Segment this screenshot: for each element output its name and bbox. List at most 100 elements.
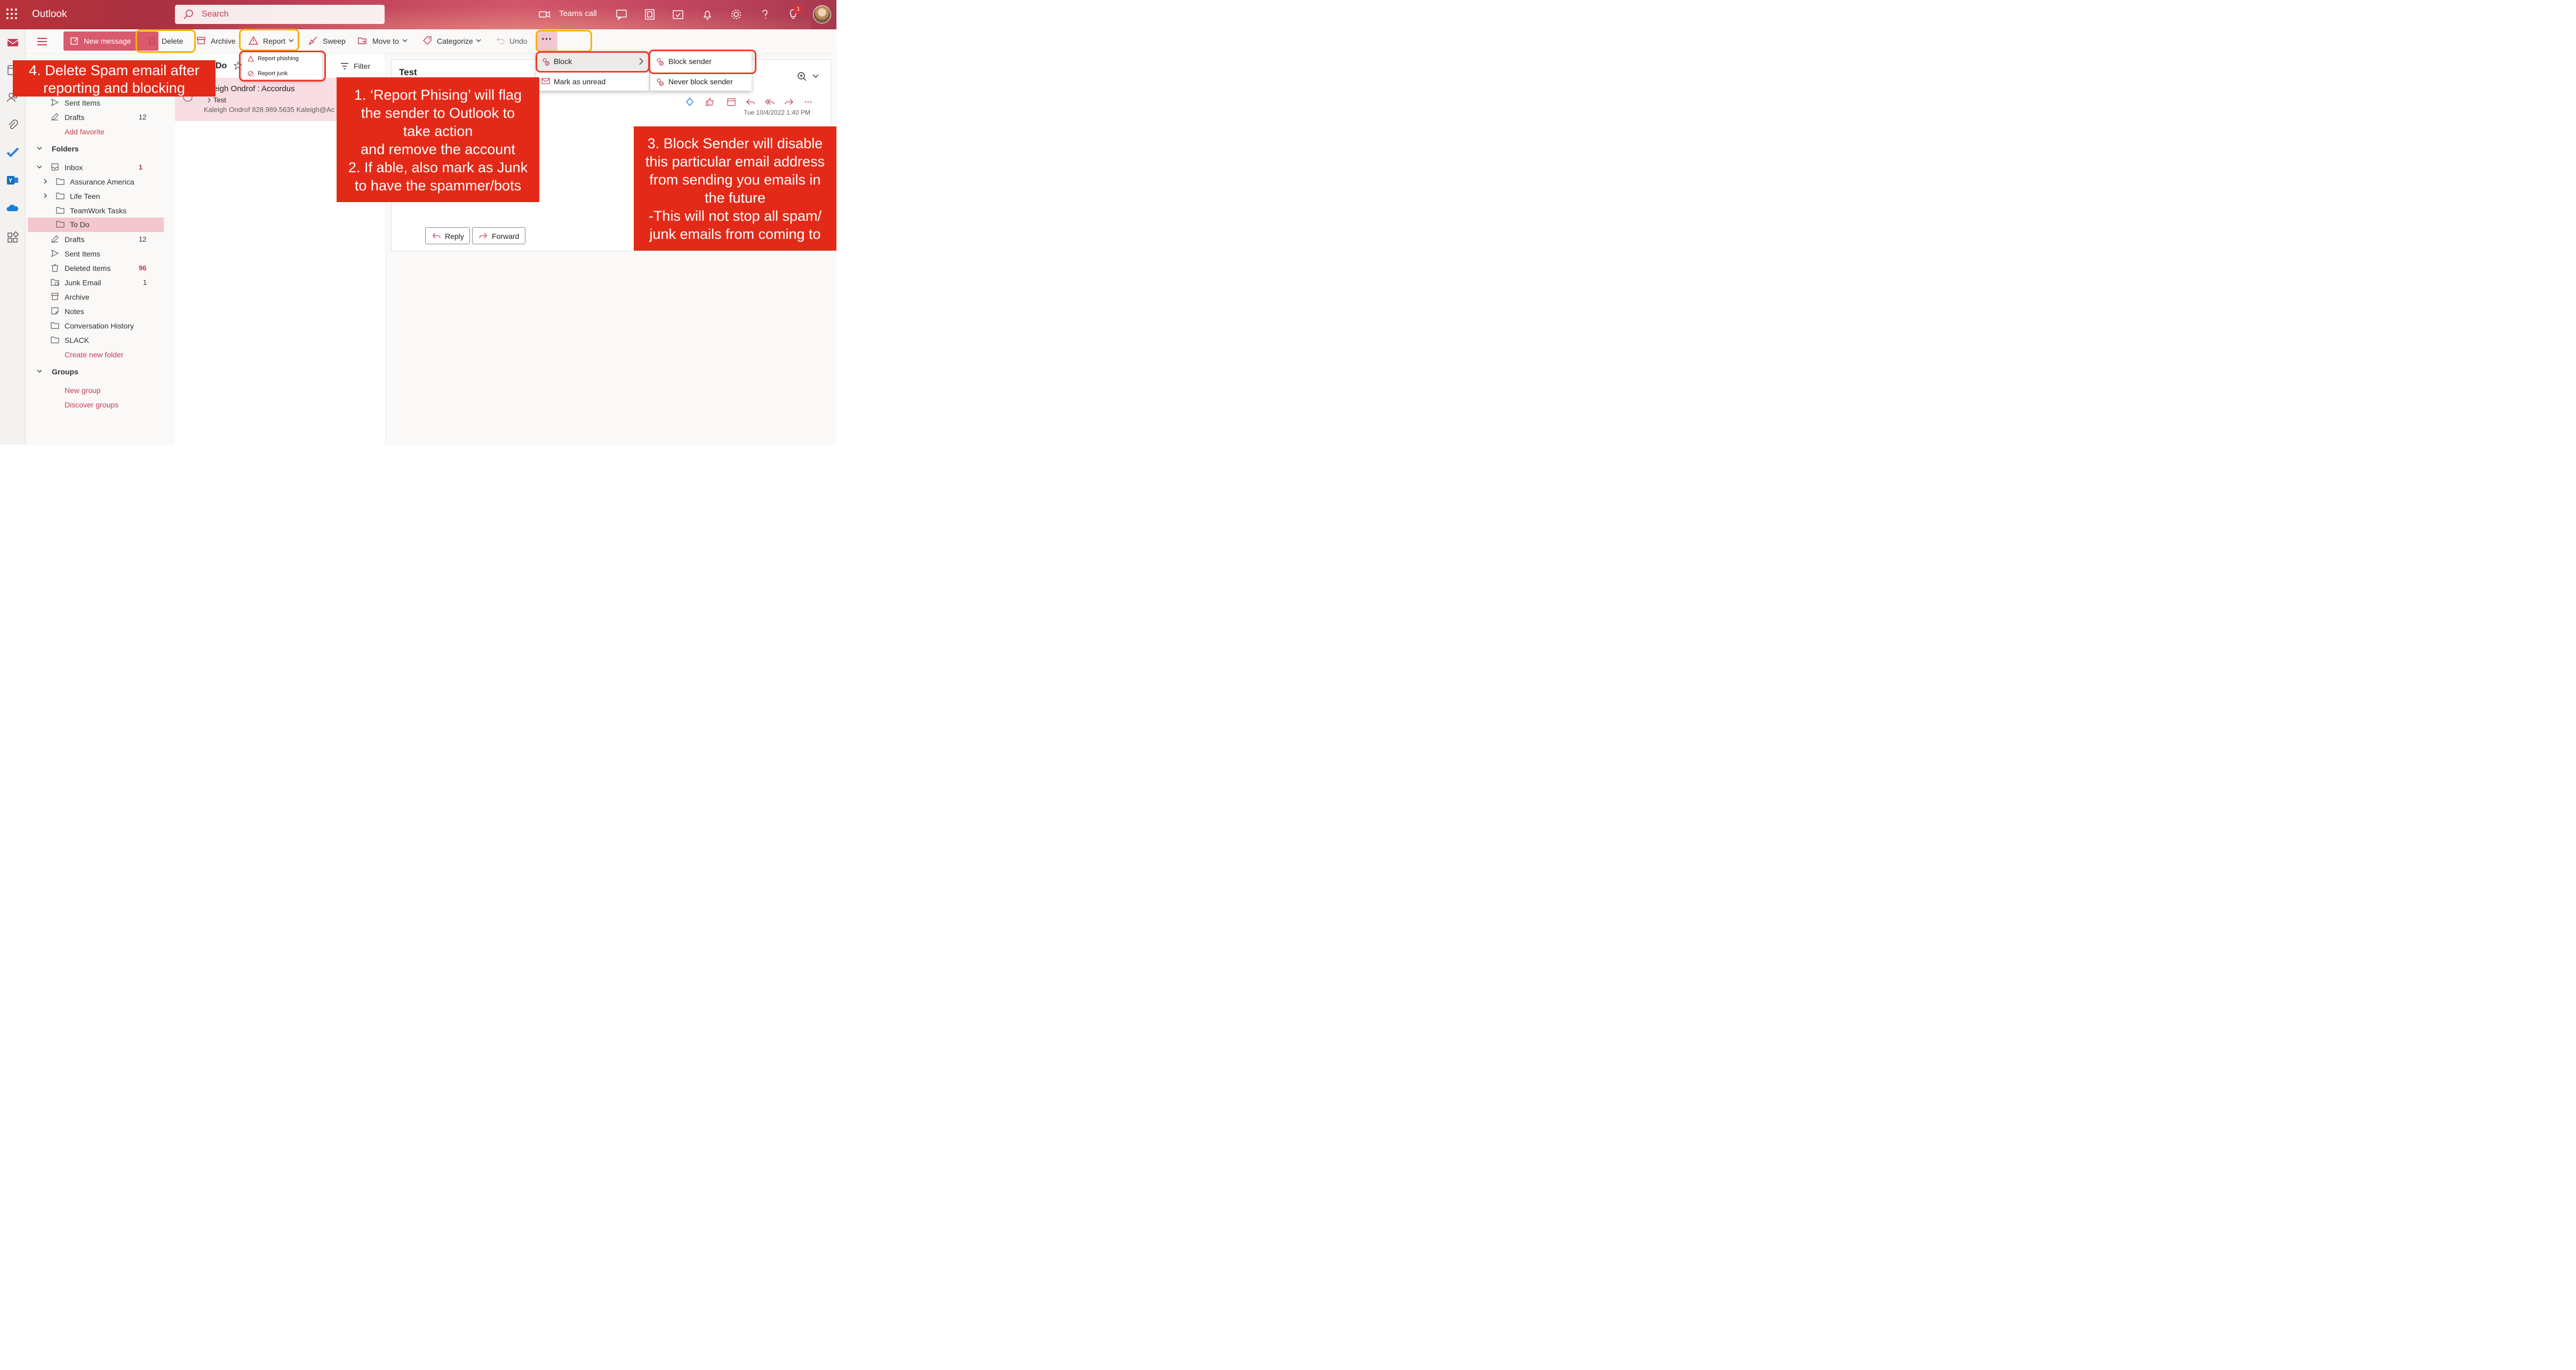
search-box[interactable]: Search (175, 5, 385, 24)
help-icon[interactable] (758, 7, 772, 21)
office-icon[interactable] (643, 7, 657, 21)
compose-icon (70, 37, 78, 45)
attachment-icon[interactable] (6, 118, 20, 132)
more-options-icon[interactable] (803, 97, 813, 107)
move-folder-icon[interactable] (357, 36, 367, 45)
folder-to-do[interactable]: To Do (28, 218, 164, 232)
archive-button[interactable]: Archive (211, 37, 236, 45)
todo-icon[interactable] (6, 145, 20, 159)
favorite-sent-items[interactable]: Sent Items (26, 96, 175, 110)
never-block-sender-item[interactable]: Never block sender (650, 74, 752, 90)
like-icon[interactable] (705, 97, 715, 107)
mark-as-unread-item[interactable]: Mark as unread (536, 74, 649, 90)
deleted-count: 96 (139, 264, 147, 272)
gear-icon[interactable] (729, 7, 743, 21)
folder-drafts[interactable]: Drafts 12 (26, 233, 175, 247)
avatar[interactable] (813, 5, 831, 23)
folder-pane: Sent Items Drafts 12 Add favorite Folder… (26, 54, 175, 445)
send-icon (51, 249, 59, 258)
mail-icon[interactable] (6, 36, 20, 50)
block-sender-highlight-ring (649, 50, 756, 74)
undo-icon[interactable] (496, 36, 505, 45)
chevron-down-icon[interactable] (402, 36, 408, 45)
folder-slack[interactable]: SLACK (26, 333, 175, 348)
move-to-button[interactable]: Move to (372, 37, 399, 45)
folder-archive[interactable]: Archive (26, 290, 175, 305)
calendar-icon[interactable] (727, 97, 736, 107)
forward-icon[interactable] (784, 97, 794, 107)
forward-button[interactable]: Forward (472, 227, 525, 244)
teams-call-button[interactable]: Teams call (559, 9, 597, 18)
filter-button[interactable]: Filter (354, 62, 370, 70)
groups-header[interactable]: Groups (26, 365, 175, 379)
trash-icon (52, 264, 58, 272)
new-message-label: New message (84, 37, 131, 45)
forward-icon (479, 233, 487, 239)
folder-life-teen[interactable]: Life Teen (26, 189, 175, 204)
reply-all-icon[interactable] (765, 97, 775, 107)
folder-inbox[interactable]: Inbox 1 (26, 161, 175, 175)
folder-title: Do (216, 61, 227, 70)
pencil-icon (51, 235, 59, 243)
chevron-down-icon[interactable] (475, 36, 482, 45)
hamburger-icon[interactable] (37, 37, 47, 46)
callout-step-4: 4. Delete Spam email after reporting and… (13, 60, 216, 97)
message-date: Tue 10/4/2022 1:40 PM (744, 109, 810, 116)
my-day-icon[interactable] (671, 7, 685, 21)
filter-icon[interactable] (340, 62, 349, 70)
app-title[interactable]: Outlook (32, 9, 67, 20)
video-call-icon[interactable] (538, 7, 552, 21)
chevron-down-icon (37, 165, 42, 169)
draft-count: 12 (139, 113, 147, 121)
create-new-folder-link[interactable]: Create new folder (26, 348, 175, 362)
add-favorite-link[interactable]: Add favorite (26, 125, 175, 139)
folder-icon (56, 207, 65, 214)
yammer-icon[interactable]: Y (6, 173, 20, 187)
folder-icon (56, 178, 65, 185)
search-placeholder[interactable]: Search (202, 10, 229, 19)
sweep-button[interactable]: Sweep (323, 37, 346, 45)
folder-notes[interactable]: Notes (26, 305, 175, 319)
zoom-icon[interactable] (797, 71, 820, 82)
inbox-icon (51, 163, 59, 171)
tag-icon[interactable] (422, 36, 432, 45)
folder-conversation-history[interactable]: Conversation History (26, 319, 175, 333)
folder-junk-email[interactable]: Junk Email 1 (26, 276, 175, 290)
note-icon (51, 307, 59, 315)
svg-text:Y: Y (9, 178, 13, 184)
folder-assurance-america[interactable]: Assurance America (26, 175, 175, 189)
reply-button[interactable]: Reply (425, 227, 470, 244)
folder-sent-items[interactable]: Sent Items (26, 247, 175, 261)
archive-icon (51, 293, 59, 300)
chevron-down-icon (37, 370, 42, 373)
bell-icon[interactable] (700, 7, 714, 21)
report-highlight-ring (239, 29, 299, 51)
folders-header[interactable]: Folders (26, 142, 175, 156)
junk-count: 1 (143, 278, 147, 286)
delete-highlight-ring (135, 29, 196, 53)
more-apps-icon[interactable] (6, 231, 20, 245)
block-highlight-ring (536, 51, 650, 73)
reply-icon[interactable] (746, 97, 755, 107)
favorite-drafts[interactable]: Drafts 12 (26, 110, 175, 125)
folder-deleted-items[interactable]: Deleted Items 96 (26, 261, 175, 276)
folder-teamwork-tasks[interactable]: TeamWork Tasks (26, 204, 175, 218)
categorize-button[interactable]: Categorize (437, 37, 473, 45)
undo-button[interactable]: Undo (509, 37, 527, 45)
feedback-icon[interactable] (615, 7, 628, 21)
mail-icon (541, 78, 550, 84)
folder-icon (56, 193, 65, 199)
onedrive-icon[interactable] (6, 201, 20, 215)
more-highlight-ring (536, 30, 592, 52)
immersive-reader-icon[interactable] (685, 97, 695, 107)
message-subject: Test (213, 96, 226, 104)
folder-icon (51, 337, 59, 343)
callout-step-3: 3. Block Sender will disable this partic… (634, 126, 836, 251)
chevron-right-icon[interactable] (207, 98, 211, 103)
new-group-link[interactable]: New group (26, 383, 175, 398)
archive-icon[interactable] (196, 36, 206, 45)
sweep-icon[interactable] (308, 36, 318, 45)
discover-groups-link[interactable]: Discover groups (26, 398, 175, 412)
chevron-right-icon (44, 193, 47, 198)
app-launcher-icon[interactable] (6, 9, 18, 20)
